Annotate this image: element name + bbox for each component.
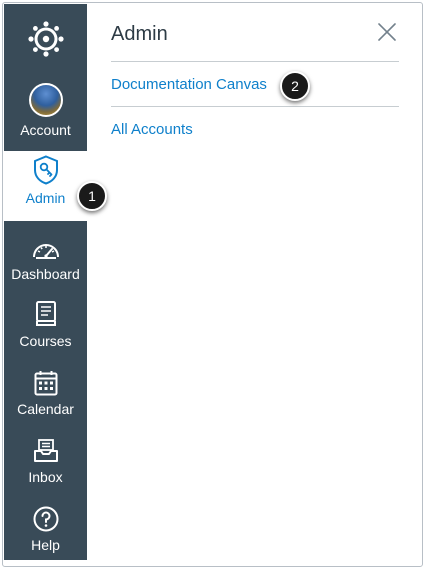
- callout-badge-1: 1: [77, 181, 107, 211]
- courses-icon-wrap: [35, 294, 57, 328]
- tray-divider: [111, 61, 399, 62]
- tray-divider: [111, 106, 399, 107]
- tray-link-all-accounts[interactable]: All Accounts: [111, 121, 193, 138]
- close-tray-button[interactable]: [375, 20, 399, 44]
- tray-title: Admin: [111, 23, 168, 45]
- nav-item-label: Inbox: [28, 469, 63, 485]
- nav-item-inbox[interactable]: Inbox: [4, 430, 87, 494]
- calendar-icon-wrap: [34, 362, 58, 396]
- nav-item-account[interactable]: Account: [4, 83, 87, 151]
- tray-link-documentation-canvas[interactable]: Documentation Canvas: [111, 76, 267, 93]
- nav-item-label: Courses: [19, 333, 72, 349]
- dashboard-icon-wrap: [32, 227, 60, 261]
- nav-item-calendar[interactable]: Calendar: [4, 362, 87, 426]
- nav-item-dashboard[interactable]: Dashboard: [4, 227, 87, 289]
- help-icon-wrap: [33, 498, 59, 532]
- nav-item-label: Admin: [25, 190, 66, 206]
- admin-icon-wrap: [33, 151, 59, 185]
- inbox-icon-wrap: [33, 430, 59, 464]
- nav-item-help[interactable]: Help: [4, 498, 87, 558]
- book-icon: [35, 301, 56, 326]
- canvas-logo[interactable]: [4, 4, 87, 74]
- avatar: [28, 83, 63, 117]
- nav-item-label: Calendar: [17, 401, 74, 417]
- shield-key-icon: [33, 155, 58, 185]
- global-navigation: Account Admin Dashboard Courses Calendar…: [4, 4, 87, 560]
- canvas-logo-icon: [27, 21, 64, 57]
- nav-item-label: Help: [31, 537, 60, 553]
- nav-item-label: Dashboard: [11, 266, 80, 282]
- callout-badge-2: 2: [280, 71, 310, 101]
- calendar-icon: [34, 371, 57, 396]
- close-icon: [378, 23, 396, 41]
- nav-item-courses[interactable]: Courses: [4, 294, 87, 358]
- speedometer-icon: [32, 244, 59, 259]
- question-circle-icon: [33, 506, 58, 532]
- admin-tray: Admin Documentation Canvas All Accounts: [87, 4, 417, 560]
- nav-item-admin[interactable]: Admin: [4, 151, 87, 221]
- nav-item-label: Account: [20, 122, 71, 138]
- account-avatar-wrap: [28, 83, 63, 117]
- inbox-icon: [33, 439, 58, 462]
